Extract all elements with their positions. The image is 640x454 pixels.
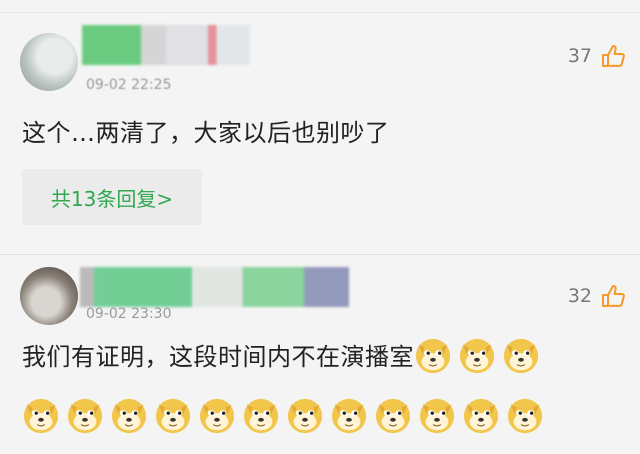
avatar[interactable] xyxy=(20,267,78,325)
doge-emoji xyxy=(154,397,192,435)
doge-emoji xyxy=(110,397,148,435)
comment-text: 我们有证明，这段时间内不在演播室 xyxy=(22,343,414,371)
doge-emoji xyxy=(198,397,236,435)
avatar[interactable] xyxy=(20,33,78,91)
doge-emoji xyxy=(502,337,540,375)
doge-emoji xyxy=(242,397,280,435)
doge-emoji xyxy=(414,337,452,375)
comment-time: 09-02 22:25 xyxy=(86,77,172,93)
view-replies-button[interactable]: 共13条回复> xyxy=(22,169,202,225)
emoji-row xyxy=(22,397,550,435)
username-blurred[interactable] xyxy=(80,267,360,307)
comment-text: 这个…两清了，大家以后也别吵了 xyxy=(22,119,390,147)
doge-emoji xyxy=(506,397,544,435)
doge-emoji xyxy=(418,397,456,435)
thumbs-up-icon[interactable] xyxy=(600,283,626,309)
top-divider xyxy=(0,0,640,13)
doge-emoji xyxy=(66,397,104,435)
comment-item: 09-02 22:25 37 这个…两清了，大家以后也别吵了 共13条回复> xyxy=(0,13,640,253)
doge-emoji xyxy=(286,397,324,435)
like-control[interactable]: 32 xyxy=(568,283,626,309)
like-count: 37 xyxy=(567,45,592,67)
comment-text-line: 我们有证明，这段时间内不在演播室 xyxy=(22,337,626,377)
thumbs-up-icon[interactable] xyxy=(600,43,626,69)
username-blurred[interactable] xyxy=(82,25,292,65)
like-control[interactable]: 37 xyxy=(568,43,626,69)
doge-emoji xyxy=(22,397,60,435)
doge-emoji xyxy=(374,397,412,435)
doge-emoji xyxy=(330,397,368,435)
comment-time: 09-02 23:30 xyxy=(86,306,172,322)
doge-emoji xyxy=(462,397,500,435)
comment-item: 09-02 23:30 32 我们有证明，这段时间内不在演播室 xyxy=(0,254,640,454)
doge-emoji xyxy=(458,337,496,375)
like-count: 32 xyxy=(567,285,592,307)
